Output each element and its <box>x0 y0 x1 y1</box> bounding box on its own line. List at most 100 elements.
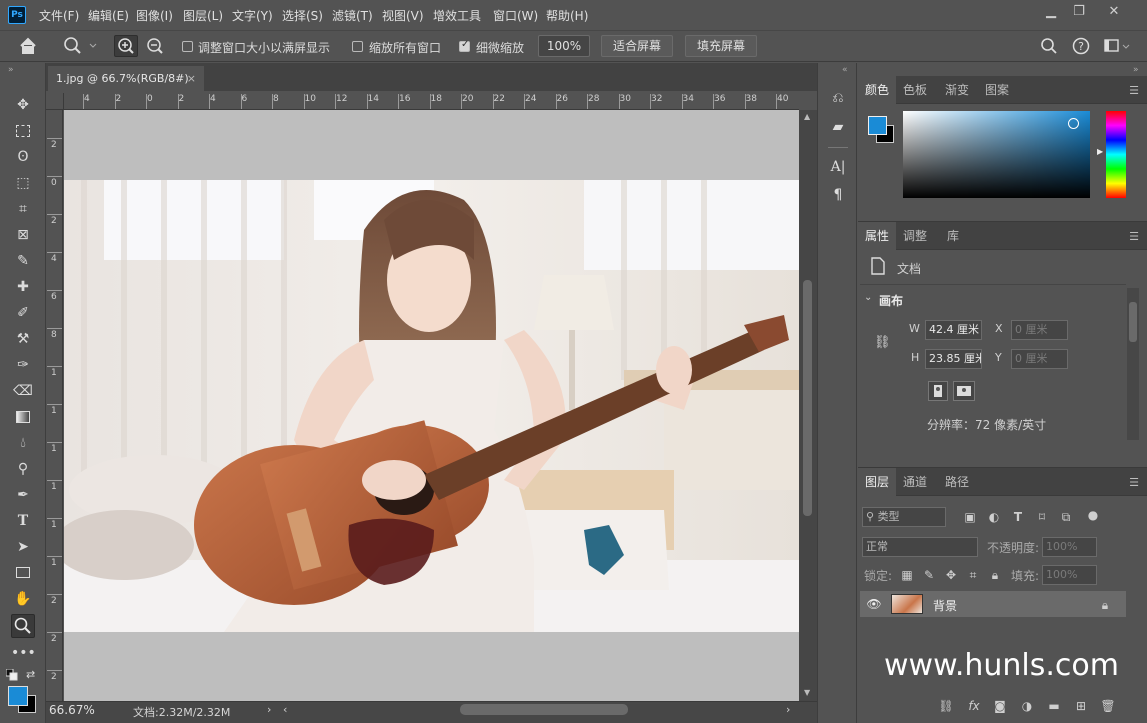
marquee-tool-icon[interactable] <box>11 120 35 142</box>
comments-panel-icon[interactable]: ▰ <box>828 117 848 137</box>
tab-layers[interactable]: 图层 <box>858 468 896 496</box>
photoshop-logo[interactable]: Ps <box>8 6 26 24</box>
zoom-tool-preset-icon[interactable] <box>62 36 102 56</box>
link-dimensions-icon[interactable]: ⛓ <box>874 335 891 353</box>
filter-adjustment-icon[interactable]: ◐ <box>986 509 1002 525</box>
filter-type-icon[interactable]: T <box>1010 509 1026 525</box>
swap-colors-icon[interactable]: ⇄ <box>26 668 35 681</box>
more-tools-icon[interactable]: ••• <box>11 642 36 664</box>
menu-layer[interactable]: 图层(L) <box>183 7 223 24</box>
menu-help[interactable]: 帮助(H) <box>546 7 588 24</box>
opacity-field[interactable]: 100% <box>1042 537 1097 557</box>
tab-channels[interactable]: 通道 <box>896 468 934 496</box>
canvas-x-field[interactable]: 0 厘米 <box>1011 320 1068 340</box>
fill-field[interactable]: 100% <box>1042 565 1097 585</box>
menu-filter[interactable]: 滤镜(T) <box>332 7 373 24</box>
layer-filter-select[interactable]: ⚲ 类型 <box>862 507 946 527</box>
type-tool-icon[interactable]: T <box>11 510 35 532</box>
close-tab-icon[interactable]: × <box>187 66 196 91</box>
menu-select[interactable]: 选择(S) <box>282 7 323 24</box>
default-colors-icon[interactable] <box>5 668 18 681</box>
menu-edit[interactable]: 编辑(E) <box>88 7 129 24</box>
canvas-height-field[interactable]: 23.85 厘米 <box>925 349 982 369</box>
hue-slider-marker-icon[interactable]: ▶ <box>1097 147 1103 156</box>
foreground-color-swatch[interactable] <box>8 686 28 706</box>
portrait-orientation-icon[interactable] <box>928 381 948 401</box>
filter-smart-object-icon[interactable]: ⧉ <box>1058 509 1074 525</box>
zoom-in-icon[interactable] <box>114 35 138 57</box>
layer-style-icon[interactable]: fx <box>966 698 982 714</box>
eyedropper-tool-icon[interactable]: ✎ <box>11 250 35 272</box>
layer-thumbnail[interactable] <box>891 594 923 614</box>
panel-menu-icon[interactable]: ☰ <box>1129 476 1139 489</box>
fit-screen-button[interactable]: 适合屏幕 <box>601 35 673 57</box>
healing-brush-tool-icon[interactable]: ✚ <box>11 276 35 298</box>
tab-paths[interactable]: 路径 <box>938 468 976 496</box>
blend-mode-select[interactable]: 正常 <box>862 537 978 557</box>
hue-slider[interactable] <box>1106 111 1126 198</box>
color-picker-cursor[interactable] <box>1068 118 1079 129</box>
collapse-strip-icon[interactable]: « <box>842 65 848 75</box>
zoom-all-windows-checkbox[interactable] <box>352 41 363 52</box>
delete-layer-icon[interactable]: 🗑︎ <box>1100 698 1116 714</box>
tab-adjustments[interactable]: 调整 <box>896 222 934 250</box>
canvas-y-field[interactable]: 0 厘米 <box>1011 349 1068 369</box>
menu-plugins[interactable]: 增效工具 <box>433 7 481 24</box>
filter-toggle-icon[interactable]: ● <box>1085 507 1101 523</box>
color-panel-foreground-swatch[interactable] <box>868 116 887 135</box>
tab-properties[interactable]: 属性 <box>858 222 896 250</box>
tab-gradients[interactable]: 渐变 <box>938 76 976 104</box>
eraser-tool-icon[interactable]: ⌫ <box>11 380 35 402</box>
frame-tool-icon[interactable]: ⊠ <box>11 224 35 246</box>
workspace-icon[interactable] <box>1103 37 1131 55</box>
horizontal-scroll-thumb[interactable] <box>460 704 628 715</box>
search-icon[interactable] <box>1040 37 1058 55</box>
add-mask-icon[interactable]: ◙ <box>992 698 1008 714</box>
document-image[interactable] <box>64 180 799 632</box>
brush-tool-icon[interactable]: ✐ <box>11 302 35 324</box>
panel-menu-icon[interactable]: ☰ <box>1129 230 1139 243</box>
blur-tool-icon[interactable]: 💧︎ <box>11 432 35 454</box>
landscape-orientation-icon[interactable] <box>953 381 975 401</box>
crop-tool-icon[interactable]: ⌗ <box>11 198 35 220</box>
path-select-tool-icon[interactable]: ➤ <box>11 536 35 558</box>
lasso-tool-icon[interactable]: ʘ <box>11 146 35 168</box>
lock-artboard-icon[interactable]: ⌗ <box>965 567 981 583</box>
layer-name[interactable]: 背景 <box>933 597 957 614</box>
horizontal-ruler[interactable]: 4 2 0 2 4 6 8 10 12 14 16 18 20 22 24 26 28 30 32 34 36 38 40 <box>64 93 799 110</box>
gradient-tool-icon[interactable] <box>11 406 35 428</box>
hand-tool-icon[interactable]: ✋ <box>11 588 35 610</box>
pen-tool-icon[interactable]: ✒ <box>11 484 35 506</box>
move-tool-icon[interactable]: ✥ <box>11 94 35 116</box>
new-adjustment-layer-icon[interactable]: ◑ <box>1019 698 1035 714</box>
color-field[interactable] <box>903 111 1090 198</box>
lock-position-icon[interactable]: ✥ <box>943 567 959 583</box>
paragraph-panel-icon[interactable]: ¶ <box>828 185 848 205</box>
rectangle-tool-icon[interactable] <box>11 562 35 584</box>
zoom-level-status[interactable]: 66.67% <box>49 703 95 717</box>
tab-swatches[interactable]: 色板 <box>896 76 934 104</box>
new-layer-icon[interactable]: ⊞ <box>1073 698 1089 714</box>
expand-panels-icon[interactable]: » <box>1133 65 1139 75</box>
scrubby-zoom-checkbox[interactable] <box>459 39 470 52</box>
scroll-left-icon[interactable]: ‹ <box>283 703 287 716</box>
resize-windows-checkbox[interactable] <box>182 41 193 52</box>
dodge-tool-icon[interactable]: ⚲ <box>11 458 35 480</box>
help-icon[interactable]: ? <box>1072 37 1090 55</box>
scroll-up-icon[interactable]: ▲ <box>804 112 810 121</box>
menu-view[interactable]: 视图(V) <box>382 7 424 24</box>
properties-scroll-thumb[interactable] <box>1129 302 1137 342</box>
menu-image[interactable]: 图像(I) <box>136 7 173 24</box>
close-icon[interactable]: ✕ <box>1104 4 1124 20</box>
tab-libraries[interactable]: 库 <box>934 222 972 250</box>
zoom-percent-field[interactable]: 100% <box>538 35 590 57</box>
new-group-icon[interactable]: ▬ <box>1046 698 1062 714</box>
lock-image-icon[interactable]: ✎ <box>921 567 937 583</box>
ruler-origin[interactable] <box>46 93 64 110</box>
lock-transparent-icon[interactable]: ▦ <box>899 567 915 583</box>
menu-type[interactable]: 文字(Y) <box>232 7 273 24</box>
history-panel-icon[interactable]: ⎌ <box>828 88 848 108</box>
canvas-width-field[interactable]: 42.4 厘米 <box>925 320 982 340</box>
layer-visibility-eye-icon[interactable]: 👁︎ <box>866 596 882 612</box>
zoom-tool-icon[interactable] <box>11 614 35 638</box>
